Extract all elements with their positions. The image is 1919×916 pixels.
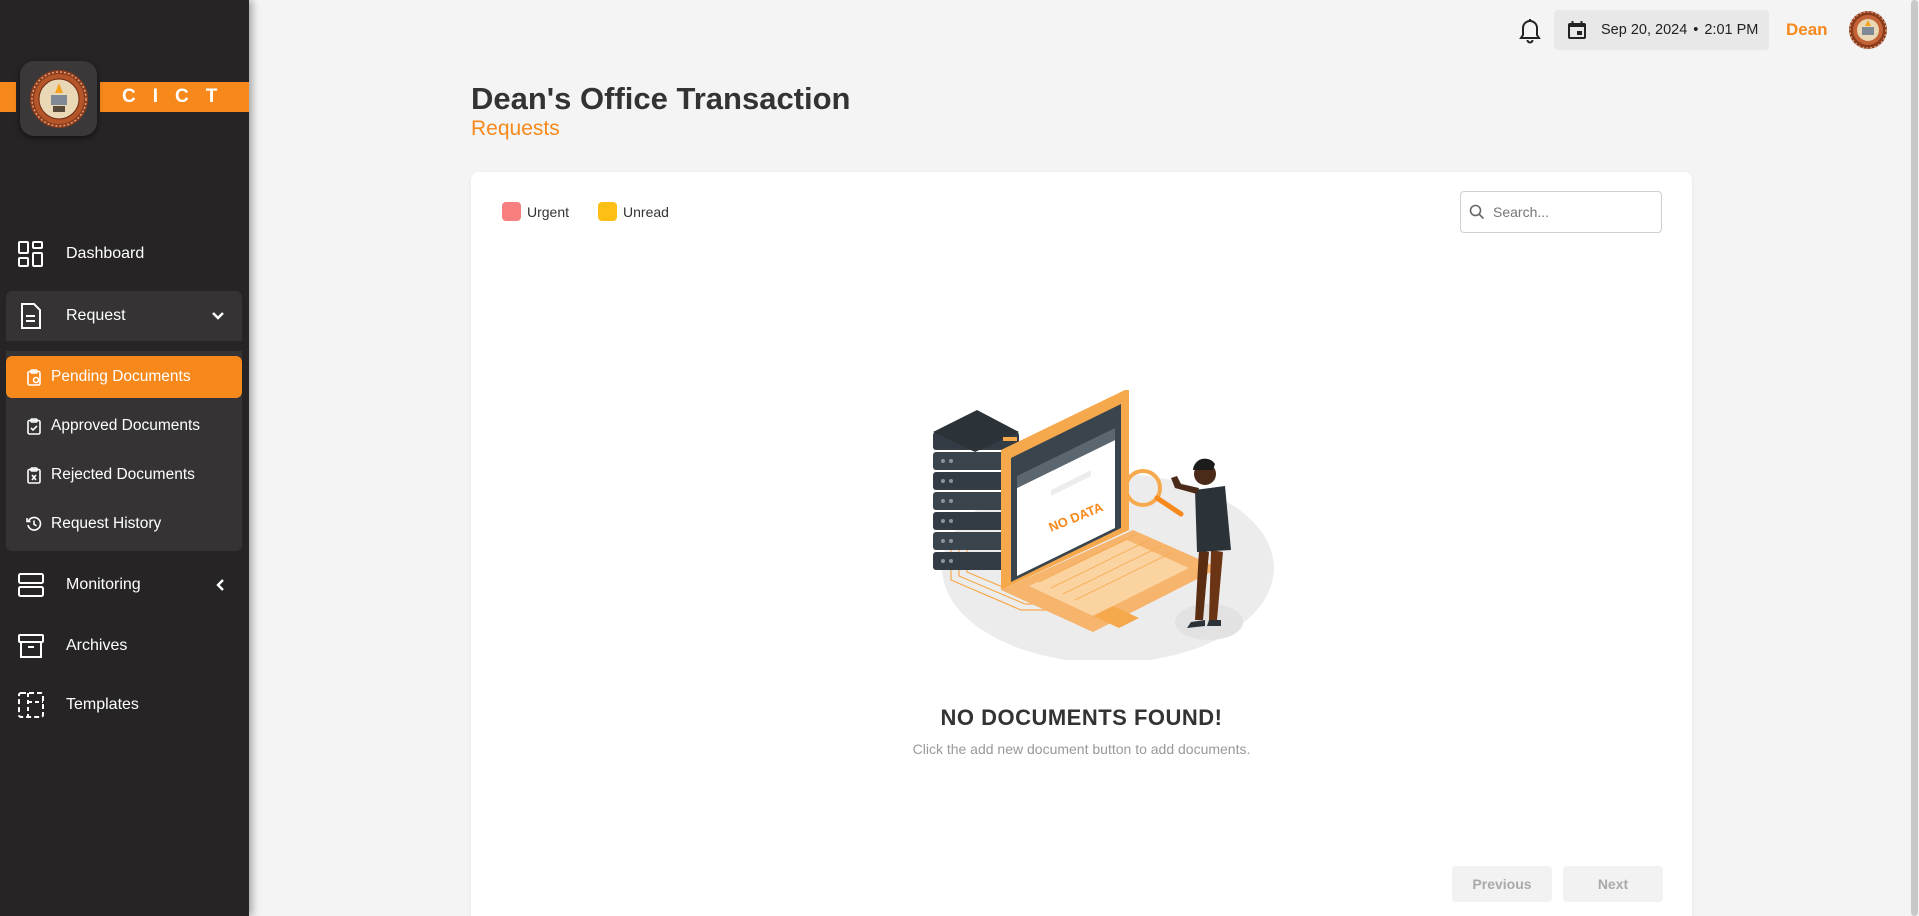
requests-card: Urgent Unread Search... NO DATA NO DOCUM… bbox=[471, 172, 1692, 916]
urgent-swatch bbox=[502, 202, 521, 221]
avatar[interactable] bbox=[1848, 10, 1888, 50]
sidebar-item-dashboard[interactable]: Dashboard bbox=[6, 229, 242, 279]
clipboard-check-icon bbox=[26, 417, 42, 435]
sidebar-item-label: Templates bbox=[66, 696, 139, 713]
empty-state-subtitle: Click the add new document button to add… bbox=[912, 741, 1251, 757]
sub-item-label: Approved Documents bbox=[51, 417, 201, 434]
sidebar-item-rejected-documents[interactable]: Rejected Documents bbox=[6, 454, 242, 496]
search-box[interactable] bbox=[1460, 191, 1662, 233]
date-separator: • bbox=[1693, 22, 1699, 38]
templates-icon bbox=[16, 690, 46, 720]
sub-item-label: Rejected Documents bbox=[51, 466, 195, 483]
clipboard-x-icon bbox=[26, 466, 42, 484]
time-text: 2:01 PM bbox=[1704, 22, 1759, 38]
calendar-icon bbox=[1567, 20, 1587, 40]
page-title: Dean's Office Transaction bbox=[471, 81, 851, 116]
user-name[interactable]: Dean bbox=[1786, 20, 1828, 40]
archive-icon bbox=[16, 631, 46, 661]
clipboard-clock-icon bbox=[26, 368, 42, 386]
sub-item-label: Pending Documents bbox=[51, 368, 191, 385]
document-icon bbox=[16, 301, 46, 331]
sub-item-label: Request History bbox=[51, 515, 162, 532]
date-time-display: Sep 20, 2024 • 2:01 PM bbox=[1554, 10, 1769, 50]
chevron-down-icon bbox=[212, 291, 224, 341]
sidebar: CICT Dashboard Request Pending Documents bbox=[0, 0, 249, 916]
legend: Urgent Unread bbox=[502, 202, 698, 221]
bell-icon[interactable] bbox=[1517, 16, 1543, 44]
sidebar-item-request[interactable]: Request bbox=[6, 291, 242, 341]
monitoring-icon bbox=[16, 570, 46, 600]
dashboard-icon bbox=[16, 239, 46, 269]
sidebar-item-templates[interactable]: Templates bbox=[6, 680, 242, 730]
sidebar-item-label: Monitoring bbox=[66, 576, 141, 593]
sidebar-item-request-history[interactable]: Request History bbox=[6, 503, 242, 545]
legend-label: Unread bbox=[623, 203, 669, 220]
search-input[interactable] bbox=[1493, 204, 1643, 220]
next-button[interactable]: Next bbox=[1563, 866, 1663, 902]
scrollbar-thumb[interactable] bbox=[1911, 0, 1918, 916]
brand-name: CICT bbox=[122, 86, 235, 107]
empty-state-title: NO DOCUMENTS FOUND! bbox=[940, 705, 1223, 730]
no-data-illustration: NO DATA bbox=[933, 390, 1274, 660]
sidebar-item-label: Archives bbox=[66, 637, 128, 654]
sidebar-item-label: Request bbox=[66, 307, 126, 324]
chevron-left-icon bbox=[216, 560, 224, 610]
search-icon bbox=[1469, 204, 1485, 220]
legend-urgent: Urgent bbox=[502, 202, 569, 221]
sidebar-item-monitoring[interactable]: Monitoring bbox=[6, 560, 242, 610]
history-icon bbox=[26, 515, 42, 533]
sidebar-item-approved-documents[interactable]: Approved Documents bbox=[6, 405, 242, 447]
previous-button[interactable]: Previous bbox=[1452, 866, 1552, 902]
sidebar-item-label: Dashboard bbox=[66, 245, 145, 262]
page-subtitle: Requests bbox=[471, 117, 560, 140]
date-text: Sep 20, 2024 bbox=[1601, 22, 1688, 38]
legend-unread: Unread bbox=[598, 202, 669, 221]
sidebar-item-archives[interactable]: Archives bbox=[6, 621, 242, 671]
cict-seal-icon bbox=[29, 69, 88, 128]
sidebar-item-pending-documents[interactable]: Pending Documents bbox=[6, 356, 242, 398]
unread-swatch bbox=[598, 202, 618, 221]
legend-label: Urgent bbox=[527, 203, 570, 220]
brand-logo[interactable] bbox=[20, 61, 97, 136]
scrollbar[interactable] bbox=[1910, 0, 1919, 916]
